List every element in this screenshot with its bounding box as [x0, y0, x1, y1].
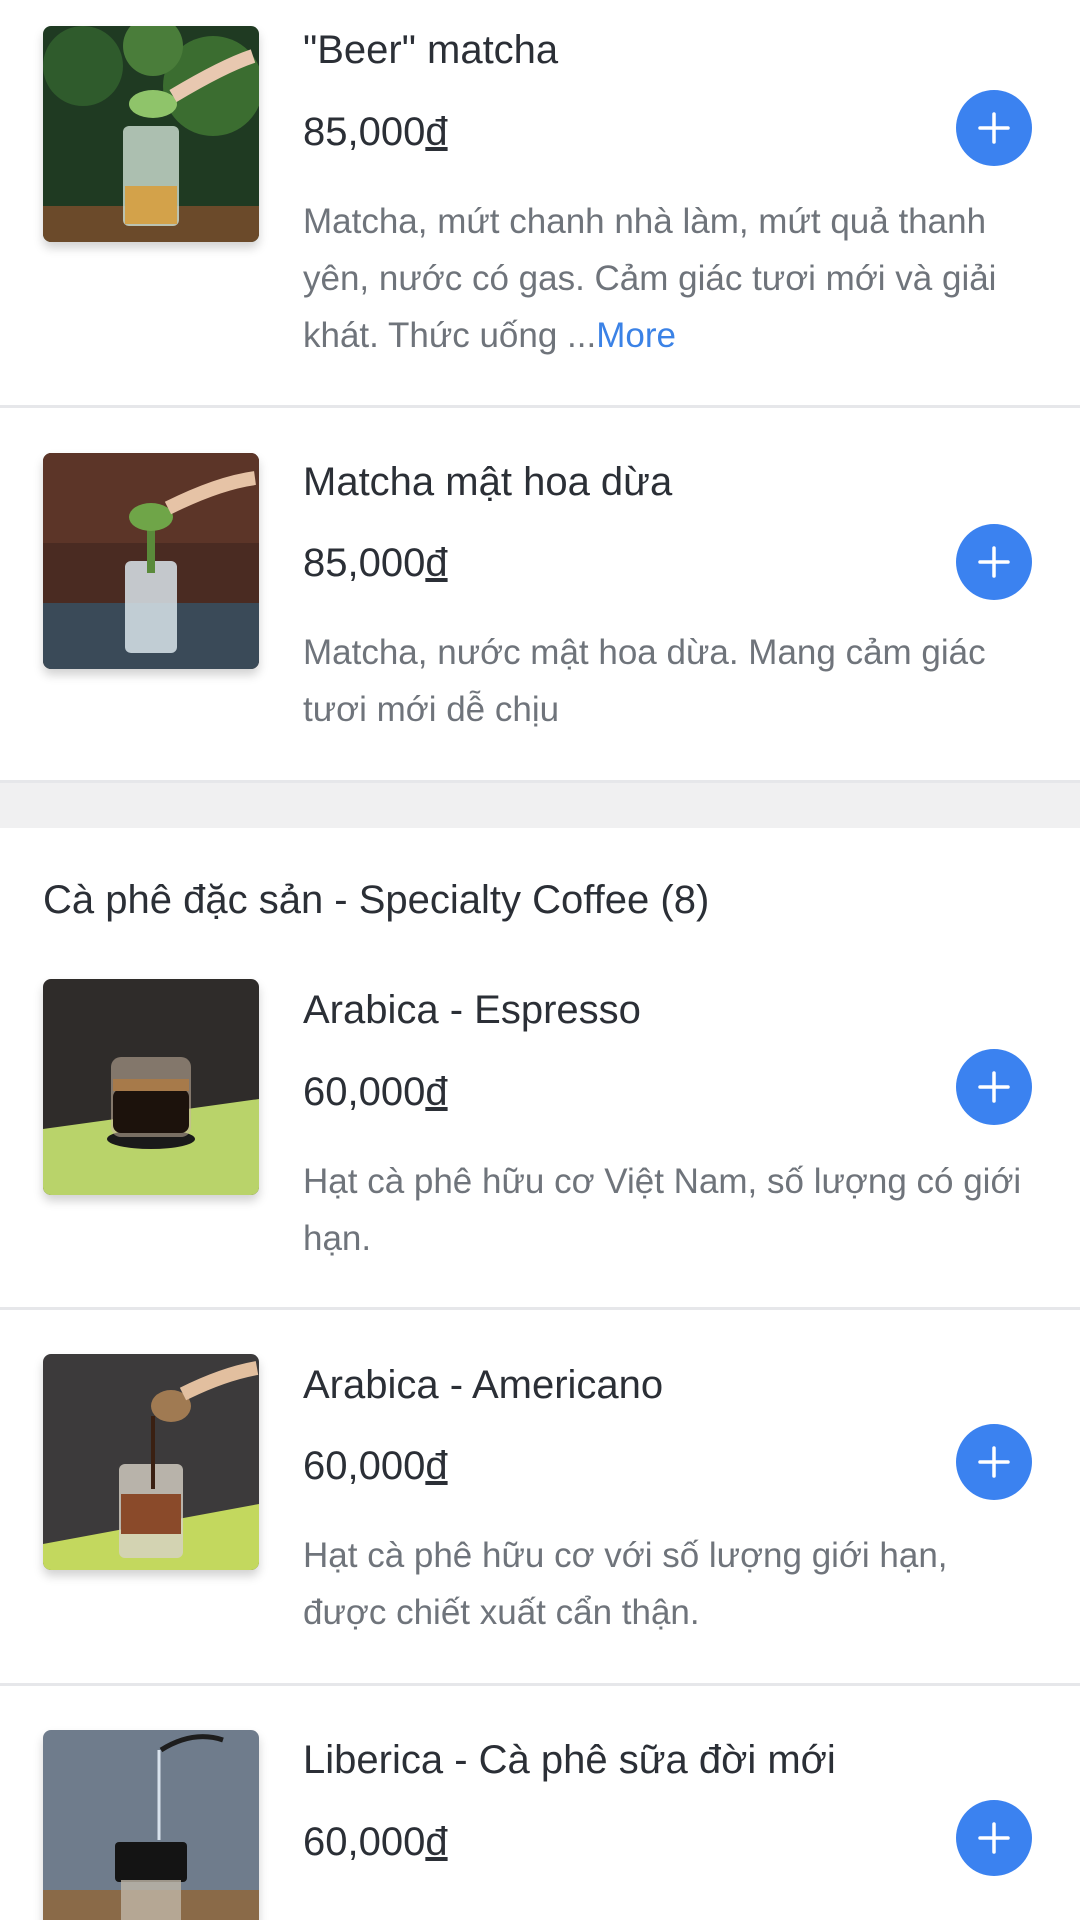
price-value: 60,000 [303, 1820, 426, 1864]
section-title: Cà phê đặc sản - Specialty Coffee (8) [43, 878, 710, 922]
item-description: Hạt cà phê hữu cơ với số lượng giới hạn,… [303, 1536, 948, 1632]
item-description: Matcha, nước mật hoa dừa. Mang cảm giác … [303, 633, 986, 729]
currency-symbol: đ [425, 1444, 448, 1488]
item-photo[interactable] [43, 1354, 259, 1570]
plus-icon [978, 1071, 1010, 1103]
currency-symbol: đ [425, 1820, 448, 1864]
menu-item[interactable]: "Beer" matcha 85,000đ Matcha, mứt chanh … [0, 0, 1080, 407]
currency-symbol: đ [425, 541, 448, 585]
plus-icon [978, 1822, 1010, 1854]
add-button[interactable] [956, 90, 1032, 166]
price-value: 60,000 [303, 1444, 426, 1488]
plus-icon [978, 546, 1010, 578]
section-separator [0, 783, 1080, 828]
add-button[interactable] [956, 1800, 1032, 1876]
currency-symbol: đ [425, 110, 448, 154]
item-description: Hạt cà phê hữu cơ Việt Nam, số lượng có … [303, 1162, 1022, 1258]
item-price: 60,000đ [303, 1070, 448, 1115]
item-price: 85,000đ [303, 541, 448, 586]
menu-item[interactable]: Arabica - Espresso 60,000đ Hạt cà phê hữ… [0, 960, 1080, 1308]
plus-icon [978, 112, 1010, 144]
item-name: Matcha mật hoa dừa [303, 460, 673, 504]
plus-icon [978, 1446, 1010, 1478]
add-button[interactable] [956, 1049, 1032, 1125]
menu-item[interactable]: Matcha mật hoa dừa 85,000đ Matcha, nước … [0, 408, 1080, 780]
price-value: 60,000 [303, 1070, 426, 1114]
item-name: "Beer" matcha [303, 28, 559, 72]
menu-item[interactable]: Arabica - Americano 60,000đ Hạt cà phê h… [0, 1310, 1080, 1684]
menu-item[interactable]: Liberica - Cà phê sữa đời mới 60,000đ [0, 1686, 1080, 1920]
currency-symbol: đ [425, 1070, 448, 1114]
price-value: 85,000 [303, 110, 426, 154]
item-photo[interactable] [43, 1730, 259, 1920]
add-button[interactable] [956, 1424, 1032, 1500]
item-name: Liberica - Cà phê sữa đời mới [303, 1738, 836, 1782]
item-description: Matcha, mứt chanh nhà làm, mứt quả thanh… [303, 193, 1033, 364]
item-name: Arabica - Espresso [303, 988, 641, 1032]
item-photo[interactable] [43, 979, 259, 1195]
price-value: 85,000 [303, 541, 426, 585]
add-button[interactable] [956, 524, 1032, 600]
item-price: 60,000đ [303, 1444, 448, 1489]
item-price: 85,000đ [303, 110, 448, 155]
item-name: Arabica - Americano [303, 1363, 664, 1407]
more-link[interactable]: More [596, 316, 676, 355]
item-price: 60,000đ [303, 1820, 448, 1865]
item-photo[interactable] [43, 453, 259, 669]
item-photo[interactable] [43, 26, 259, 242]
